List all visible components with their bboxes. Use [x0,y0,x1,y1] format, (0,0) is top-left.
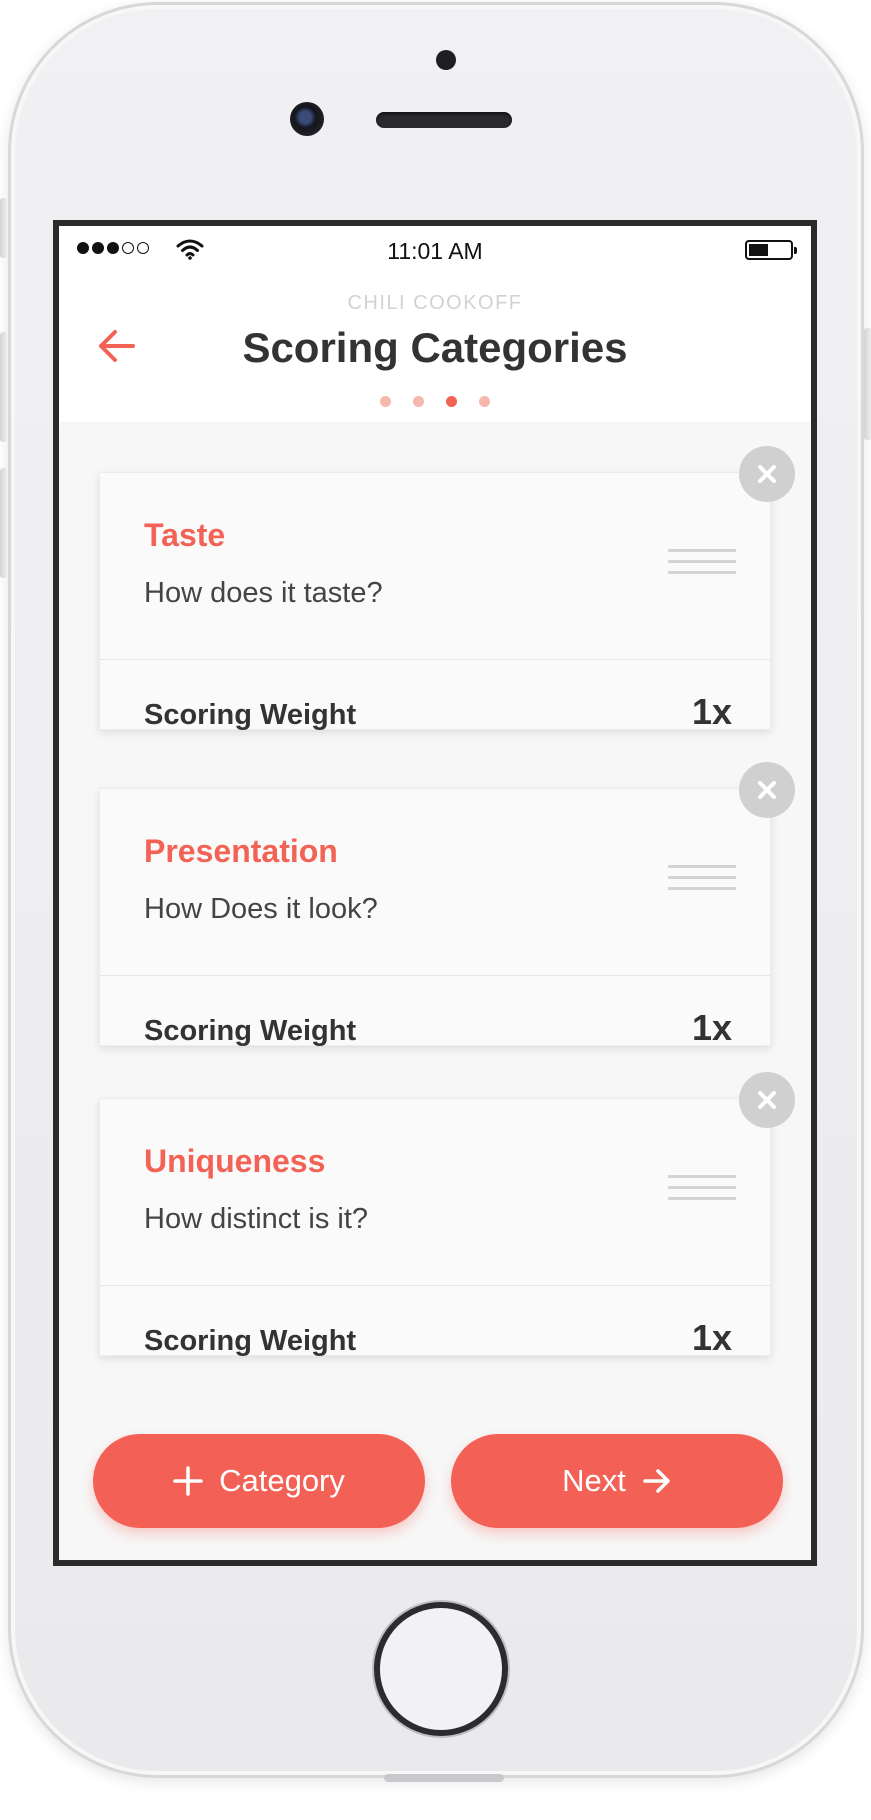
power-button [864,328,871,440]
category-card[interactable]: Presentation How Does it look? Scoring W… [99,788,771,1049]
close-icon [758,465,776,483]
battery-icon [745,240,797,260]
volume-down-button [0,468,8,578]
scoring-weight-label: Scoring Weight [144,1325,357,1357]
plus-icon [173,1466,203,1496]
next-label: Next [562,1463,626,1498]
status-time: 11:01 AM [387,238,483,264]
earpiece-speaker [376,112,512,128]
step-dot [413,396,424,407]
add-category-button[interactable]: Category [93,1434,425,1528]
card-divider [100,659,770,660]
category-question: How distinct is it? [144,1203,369,1235]
category-card[interactable]: Uniqueness How distinct is it? Scoring W… [99,1098,771,1359]
next-button[interactable]: Next [451,1434,783,1528]
remove-category-button[interactable] [739,762,795,818]
arrow-right-icon [643,1469,670,1493]
card-divider [100,1285,770,1286]
drag-handle-icon[interactable] [668,865,736,895]
bottom-action-bar: Category Next [59,1382,811,1560]
mute-switch [0,198,8,258]
scoring-weight-value[interactable]: 1x [692,691,732,733]
step-dot-active [446,396,457,407]
scoring-weight-value[interactable]: 1x [692,1007,732,1049]
step-dot [479,396,490,407]
step-dot [380,396,391,407]
close-icon [758,1091,776,1109]
scoring-weight-label: Scoring Weight [144,1015,357,1047]
step-indicator [59,396,811,407]
drag-handle-icon[interactable] [668,549,736,579]
remove-category-button[interactable] [739,446,795,502]
front-camera [290,102,324,136]
remove-category-button[interactable] [739,1072,795,1128]
close-icon [758,781,776,799]
drag-handle-icon[interactable] [668,1175,736,1205]
category-name: Taste [144,517,226,553]
category-list[interactable]: Taste How does it taste? Scoring Weight … [59,426,811,1454]
card-divider [100,975,770,976]
volume-up-button [0,332,8,442]
category-name: Uniqueness [144,1143,326,1179]
proximity-sensor [436,50,456,70]
category-question: How does it taste? [144,577,383,609]
add-category-label: Category [219,1463,345,1498]
page-title: Scoring Categories [242,324,628,371]
bottom-edge [384,1774,504,1782]
event-name: CHILI COOKOFF [347,292,523,314]
scoring-weight-value[interactable]: 1x [692,1317,732,1359]
status-bar: 11:01 AM [59,226,811,272]
phone-screen: 11:01 AM CHILI COOKOFF Scoring Categorie… [53,220,817,1566]
category-question: How Does it look? [144,893,378,925]
scoring-weight-label: Scoring Weight [144,699,357,731]
category-name: Presentation [144,833,338,869]
home-button[interactable] [374,1602,508,1736]
category-card[interactable]: Taste How does it taste? Scoring Weight … [99,472,771,733]
